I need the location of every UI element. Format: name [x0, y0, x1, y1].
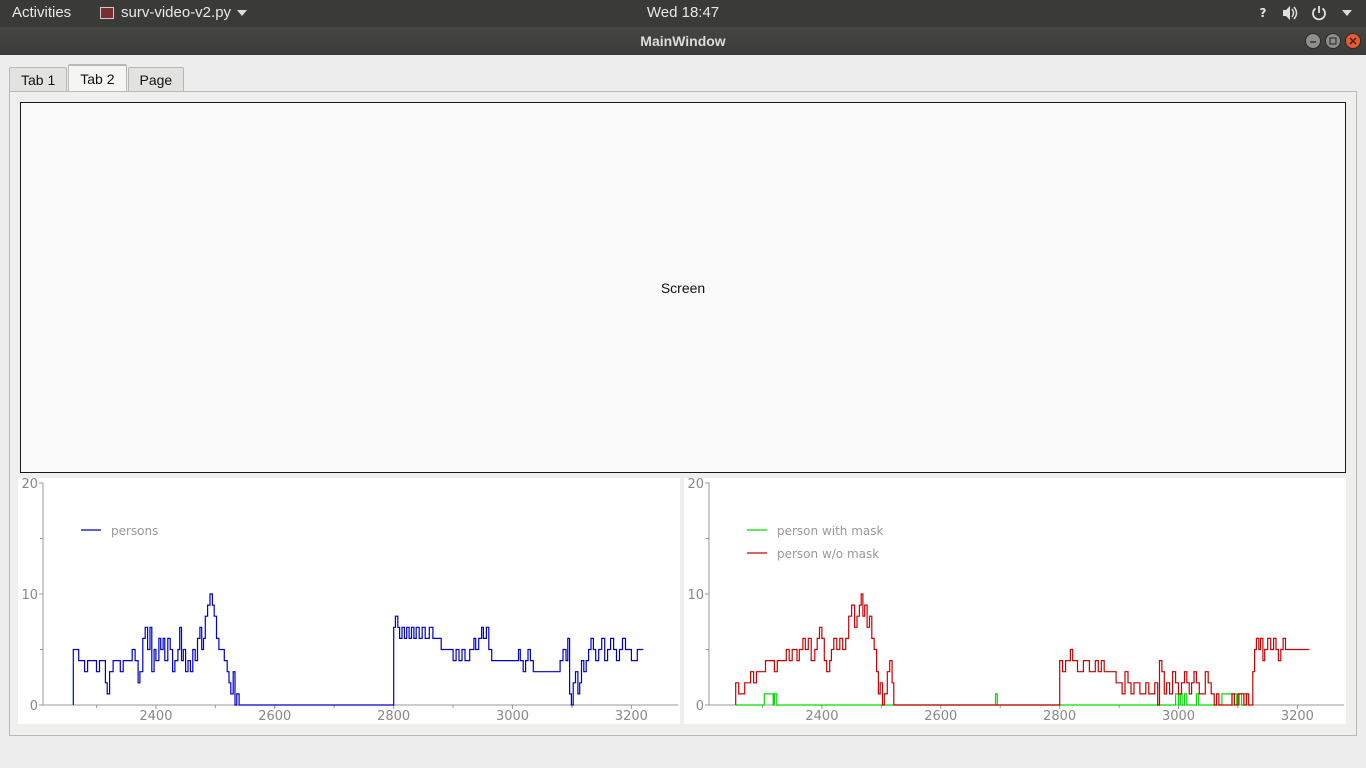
tab-2[interactable]: Tab 2	[68, 64, 127, 91]
persons-chart: 2400 2600 2800 3000 3200 0 10 20 persons	[18, 478, 680, 724]
persons-chart-x-tick-label: 2800	[377, 709, 410, 724]
window-title-bar[interactable]: MainWindow	[0, 27, 1366, 55]
power-icon[interactable]	[1310, 3, 1328, 23]
system-top-bar: Activities surv-video-v2.py Wed 18:47 ?	[0, 0, 1366, 27]
persons-chart-x-tick-label: 3000	[496, 709, 529, 724]
mask-chart-x-tick-label: 3200	[1281, 709, 1314, 724]
tab-1[interactable]: Tab 1	[9, 67, 68, 92]
close-button[interactable]	[1345, 33, 1361, 49]
volume-icon[interactable]	[1282, 3, 1300, 23]
window-title: MainWindow	[640, 33, 726, 49]
mask-chart: 2400 2600 2800 3000 3200 0 10 20 person with mas…	[684, 478, 1346, 724]
mask-chart-x-tick-label: 2600	[924, 709, 957, 724]
maximize-button[interactable]	[1325, 33, 1341, 49]
mask-chart-y-tick-label: 0	[696, 699, 704, 714]
mask-chart-x-tick-label: 2800	[1043, 709, 1076, 724]
maximize-icon	[1329, 37, 1337, 45]
mask-chart-x-tick-label: 3000	[1162, 709, 1195, 724]
clock-container: Wed 18:47	[0, 4, 1366, 21]
persons-chart-svg: 2400 2600 2800 3000 3200 0 10 20 persons	[21, 478, 678, 724]
minimize-button[interactable]	[1305, 33, 1321, 49]
persons-chart-legend-label: persons	[111, 524, 158, 538]
help-icon[interactable]: ?	[1254, 3, 1272, 23]
video-screen: Screen	[20, 102, 1346, 473]
mask-chart-y-tick-label: 10	[687, 588, 704, 603]
mask-chart-y-tick-label: 20	[687, 478, 704, 492]
persons-chart-y-tick-label: 20	[21, 478, 38, 492]
mask-chart-svg: 2400 2600 2800 3000 3200 0 10 20 person with mas…	[687, 478, 1344, 724]
persons-chart-x-tick-label: 3200	[615, 709, 648, 724]
clock[interactable]: Wed 18:47	[647, 4, 719, 21]
system-tray[interactable]: ?	[1254, 3, 1356, 23]
screen-label: Screen	[660, 280, 706, 296]
persons-chart-y-tick-label: 0	[30, 699, 38, 714]
mask-chart-legend-label: person w/o mask	[777, 547, 879, 561]
chevron-down-icon[interactable]	[1338, 3, 1356, 23]
persons-chart-x-tick-label: 2600	[258, 709, 291, 724]
persons-chart-x-tick-label: 2400	[139, 709, 172, 724]
tab-bar: Tab 1 Tab 2 Page	[9, 64, 185, 92]
mask-chart-x-tick-label: 2400	[805, 709, 838, 724]
persons-chart-series-line-persons	[72, 593, 644, 706]
mask-chart-series-line-person-with-mask	[735, 693, 1248, 706]
mask-chart-legend-label: person with mask	[777, 524, 884, 538]
tab-page[interactable]: Page	[127, 67, 185, 92]
close-icon	[1349, 37, 1357, 45]
persons-chart-y-tick-label: 10	[21, 588, 38, 603]
mask-chart-series-line-person-w-o-mask	[735, 593, 1310, 706]
minimize-icon	[1310, 41, 1316, 43]
